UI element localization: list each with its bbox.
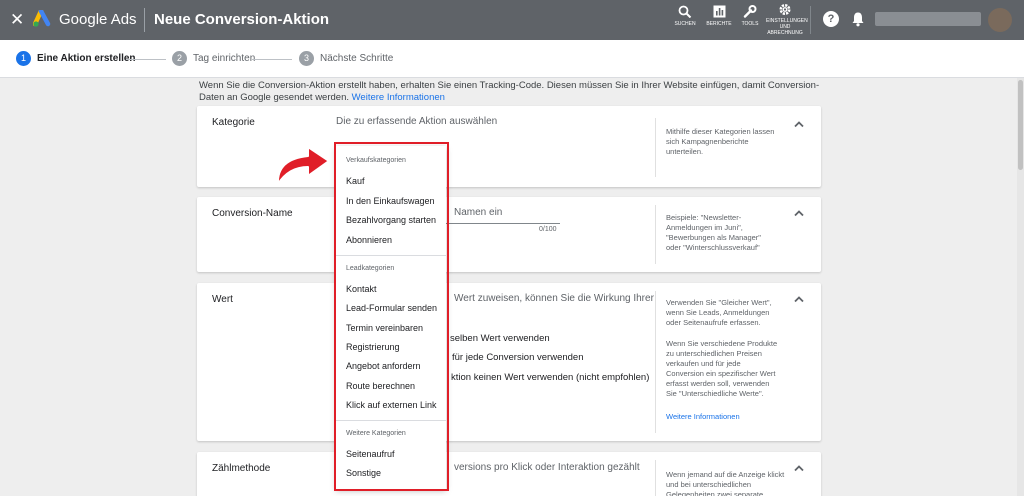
toolbar-divider	[810, 6, 811, 34]
category-select[interactable]: Die zu erfassende Aktion auswählen	[336, 116, 497, 127]
value-option-same[interactable]: selben Wert verwenden	[450, 333, 550, 344]
gear-icon	[779, 4, 791, 15]
chevron-up-icon[interactable]	[794, 120, 804, 128]
step-label: Eine Aktion erstellen	[37, 53, 136, 64]
step-connector	[252, 59, 292, 60]
step-label: Nächste Schritte	[320, 53, 394, 64]
intro-learn-more-link[interactable]: Weitere Informationen	[352, 92, 445, 103]
tools-tool-label: TOOLS	[741, 21, 759, 27]
count-method-help: Wenn jemand auf die Anzeige klickt und b…	[666, 470, 785, 496]
char-counter: 0/100	[539, 226, 557, 233]
card-value: Wert Wert zuweisen, können Sie die Wirku…	[197, 283, 821, 441]
step-create-action[interactable]: 1 Eine Aktion erstellen	[16, 51, 136, 67]
chevron-up-icon[interactable]	[794, 209, 804, 217]
close-icon[interactable]: ✕	[10, 10, 24, 30]
account-info-blurred[interactable]	[875, 12, 981, 26]
conversion-name-input[interactable]: Namen ein	[454, 207, 502, 218]
value-title: Wert	[212, 294, 233, 305]
value-option-different[interactable]: für jede Conversion verwenden	[452, 352, 584, 363]
settings-tool-label: EINSTELLUNGEN UND ABRECHNUNG	[766, 18, 808, 36]
category-help: Mithilfe dieser Kategorien lassen sich K…	[666, 127, 775, 156]
count-method-description: versions pro Klick oder Interaktion gezä…	[454, 462, 640, 473]
google-ads-logo	[33, 10, 51, 27]
scrollbar[interactable]	[1017, 78, 1024, 496]
step-number: 3	[299, 51, 314, 66]
conversion-name-title: Conversion-Name	[212, 208, 293, 219]
help-divider	[655, 118, 656, 177]
help-divider	[655, 291, 656, 433]
step-number: 2	[172, 51, 187, 66]
step-connector	[126, 59, 166, 60]
card-count-method: Zählmethode versions pro Klick oder Inte…	[197, 452, 821, 496]
reports-icon	[713, 5, 725, 18]
title-divider	[144, 8, 145, 32]
search-icon	[678, 5, 692, 18]
search-tool-label: SUCHEN	[674, 21, 696, 27]
chevron-up-icon[interactable]	[794, 295, 804, 303]
step-label: Tag einrichten	[193, 53, 256, 64]
brand-name: Google Ads	[59, 11, 137, 28]
intro-body: Wenn Sie die Conversion-Aktion erstellt …	[199, 80, 820, 103]
tools-tool-button[interactable]: TOOLS	[740, 5, 760, 27]
avatar[interactable]	[988, 8, 1012, 32]
value-description: Wert zuweisen, können Sie die Wirkung Ih…	[454, 293, 654, 304]
highlight-frame	[334, 142, 449, 491]
category-title: Kategorie	[212, 117, 255, 128]
top-app-bar: ✕ Google Ads Neue Conversion-Aktion SUCH…	[0, 0, 1024, 40]
chevron-up-icon[interactable]	[794, 464, 804, 472]
page-title: Neue Conversion-Aktion	[154, 11, 330, 28]
value-help-1: Verwenden Sie "Gleicher Wert", wenn Sie …	[666, 298, 772, 327]
value-learn-more-link[interactable]: Weitere Informationen	[666, 412, 776, 422]
settings-tool-button[interactable]: EINSTELLUNGEN UND ABRECHNUNG	[766, 3, 808, 36]
search-tool-button[interactable]: SUCHEN	[674, 5, 696, 27]
conversion-name-help: Beispiele: "Newsletter-Anmeldungen im Ju…	[666, 213, 761, 252]
wrench-icon	[743, 5, 757, 18]
value-option-none[interactable]: ktion keinen Wert verwenden (nicht empfo…	[451, 372, 649, 383]
step-setup-tag[interactable]: 2 Tag einrichten	[172, 51, 255, 67]
count-method-title: Zählmethode	[212, 463, 271, 474]
reports-tool-button[interactable]: BERICHTE	[706, 5, 732, 27]
help-divider	[655, 460, 656, 496]
card-conversion-name: Conversion-Name Namen ein 0/100 Beispiel…	[197, 197, 821, 272]
help-divider	[655, 205, 656, 264]
intro-text: Wenn Sie die Conversion-Aktion erstellt …	[199, 80, 824, 104]
reports-tool-label: BERICHTE	[706, 21, 732, 27]
step-number: 1	[16, 51, 31, 66]
bell-icon[interactable]	[851, 11, 865, 27]
value-help-2: Wenn Sie verschiedene Produkte zu unters…	[666, 339, 778, 398]
step-next-steps[interactable]: 3 Nächste Schritte	[299, 51, 393, 67]
annotation-arrow-icon	[276, 146, 330, 185]
help-icon[interactable]: ?	[823, 11, 839, 27]
scrollbar-thumb[interactable]	[1018, 80, 1023, 170]
